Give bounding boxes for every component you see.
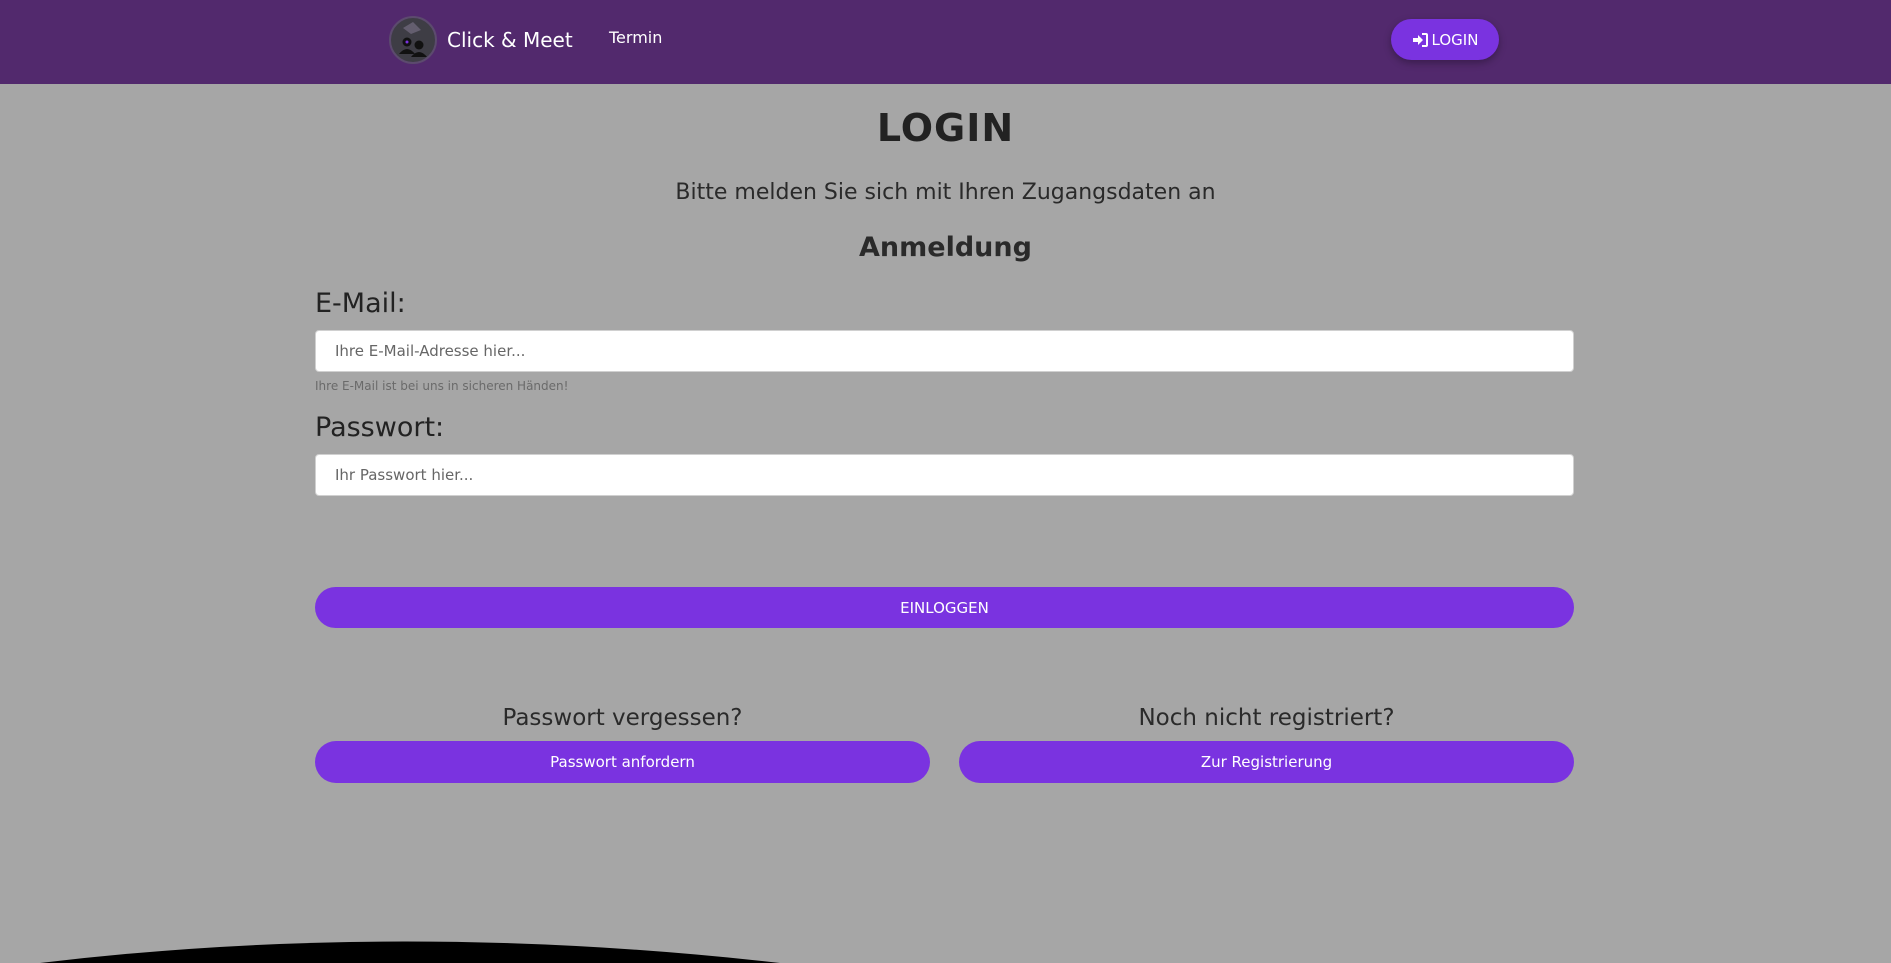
password-label: Passwort: — [315, 412, 445, 443]
forgot-password-heading: Passwort vergessen? — [502, 705, 743, 731]
navbar: Click & Meet Termin LOGIN — [0, 0, 1891, 84]
section-heading: Anmeldung — [859, 232, 1032, 263]
nav-login-button[interactable]: LOGIN — [1391, 19, 1499, 60]
register-heading: Noch nicht registriert? — [1138, 705, 1395, 731]
password-field[interactable] — [315, 454, 1574, 496]
logo-icon — [389, 16, 437, 64]
request-password-button[interactable]: Passwort anfordern — [315, 741, 930, 783]
login-submit-button[interactable]: EINLOGGEN — [315, 587, 1574, 628]
footer-wave — [40, 941, 780, 963]
page-title: LOGIN — [876, 106, 1015, 150]
nav-login-label: LOGIN — [1431, 30, 1479, 49]
email-help-text: Ihre E-Mail ist bei uns in sicheren Händ… — [315, 379, 569, 393]
register-button[interactable]: Zur Registrierung — [959, 741, 1574, 783]
sign-in-icon — [1412, 32, 1428, 47]
brand-name: Click & Meet — [447, 28, 573, 52]
brand-link[interactable]: Click & Meet — [389, 14, 573, 66]
page-subtitle: Bitte melden Sie sich mit Ihren Zugangsd… — [675, 180, 1216, 205]
email-field[interactable] — [315, 330, 1574, 372]
email-label: E-Mail: — [315, 288, 406, 319]
nav-link-termin[interactable]: Termin — [609, 28, 662, 47]
